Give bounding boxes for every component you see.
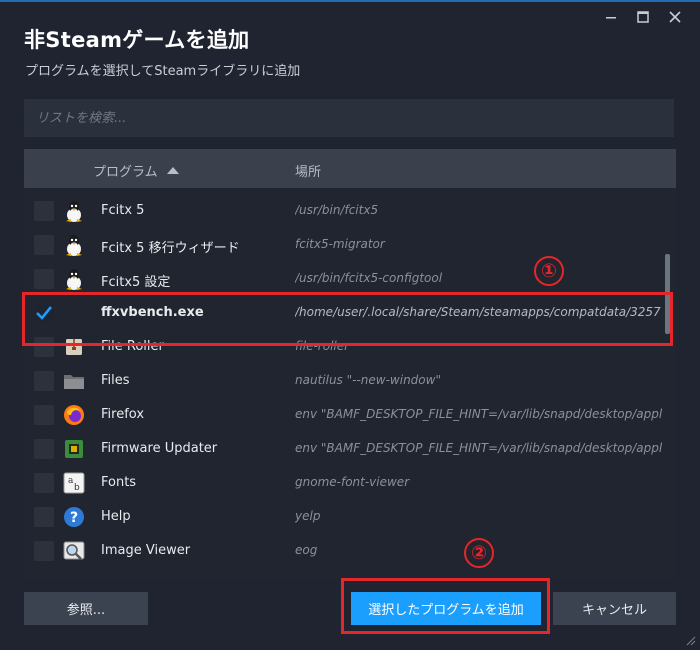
table-row[interactable]: Firefox env "BAMF_DESKTOP_FILE_HINT=/var/… — [24, 398, 664, 432]
dialog-title: 非Steamゲームを追加 — [24, 28, 250, 52]
row-checkbox[interactable] — [34, 371, 54, 391]
row-program-name: Fcitx 5 移行ウィザード — [101, 241, 240, 256]
maximize-icon — [637, 11, 649, 23]
chip-icon — [62, 437, 86, 461]
row-program-location: /usr/bin/fcitx5 — [295, 203, 379, 217]
row-program-location: yelp — [295, 509, 321, 523]
help-icon: ? — [62, 505, 86, 529]
row-program-name: Firmware Updater — [101, 441, 218, 456]
row-checkbox[interactable] — [34, 269, 54, 289]
highlight-box-selected-row — [22, 292, 673, 346]
program-list: プログラム 場所 Fcitx 5/usr/bin/fcitx5 Fcitx 5 移… — [24, 149, 676, 579]
resize-grip-icon[interactable] — [684, 634, 696, 646]
firefox-icon — [62, 403, 86, 427]
tux-icon — [62, 267, 86, 291]
font-icon: ab — [62, 471, 86, 495]
row-checkbox[interactable] — [34, 473, 54, 493]
row-checkbox[interactable] — [34, 405, 54, 425]
table-row[interactable]: Firmware Updater env "BAMF_DESKTOP_FILE_H… — [24, 432, 664, 466]
row-program-location: env "BAMF_DESKTOP_FILE_HINT=/var/lib/sna… — [295, 441, 662, 455]
row-program-location: fcitx5-migrator — [295, 237, 385, 251]
search-input[interactable] — [24, 99, 674, 137]
row-program-name: Fcitx5 設定 — [101, 275, 171, 290]
annotation-marker-1: ① — [534, 256, 564, 286]
highlight-box-add-button — [341, 578, 550, 634]
row-program-location: env "BAMF_DESKTOP_FILE_HINT=/var/lib/sna… — [295, 407, 662, 421]
minimize-button[interactable] — [596, 6, 626, 28]
row-program-location: gnome-font-viewer — [295, 475, 410, 489]
dialog-subtitle: プログラムを選択してSteamライブラリに追加 — [25, 64, 301, 79]
table-row[interactable]: ? Help yelp — [24, 500, 664, 534]
row-program-location: nautilus "--new-window" — [295, 373, 441, 387]
table-row[interactable]: Fcitx 5 移行ウィザード fcitx5-migrator — [24, 228, 664, 262]
tux-icon — [62, 199, 86, 223]
window-controls — [596, 6, 690, 28]
row-checkbox[interactable] — [34, 541, 54, 561]
row-program-name: Firefox — [101, 407, 145, 422]
row-checkbox[interactable] — [34, 507, 54, 527]
tux-icon — [62, 233, 86, 257]
table-row[interactable]: Files nautilus "--new-window" — [24, 364, 664, 398]
table-row[interactable]: a b Fonts gnome-font-viewer — [24, 466, 664, 500]
row-checkbox[interactable] — [34, 201, 54, 221]
table-row[interactable]: Fcitx 5/usr/bin/fcitx5 — [24, 194, 664, 228]
column-header-location[interactable]: 場所 — [295, 161, 321, 180]
row-program-location: /usr/bin/fcitx5-configtool — [295, 271, 443, 285]
folder-icon — [62, 369, 86, 393]
row-checkbox[interactable] — [34, 439, 54, 459]
close-button[interactable] — [660, 6, 690, 28]
svg-text:b: b — [74, 483, 80, 493]
row-program-name: Fonts — [101, 475, 137, 490]
image-viewer-icon — [62, 539, 86, 563]
row-checkbox[interactable] — [34, 235, 54, 255]
table-row[interactable]: Fcitx5 設定/usr/bin/fcitx5-configtool — [24, 262, 664, 296]
list-header: プログラム 場所 — [24, 149, 676, 188]
column-header-program[interactable]: プログラム — [93, 161, 179, 180]
annotation-marker-2: ② — [464, 538, 494, 568]
column-program-label: プログラム — [93, 165, 158, 180]
browse-button[interactable]: 参照... — [24, 592, 148, 625]
svg-text:?: ? — [70, 510, 78, 526]
close-icon — [669, 11, 681, 23]
minimize-icon — [606, 17, 616, 19]
sort-ascending-icon — [166, 167, 179, 174]
row-program-name: Image Viewer — [101, 543, 191, 558]
maximize-button[interactable] — [628, 6, 658, 28]
cancel-button[interactable]: キャンセル — [553, 592, 676, 625]
row-program-name: Fcitx 5 — [101, 203, 145, 218]
table-row[interactable]: Image Viewer eog — [24, 534, 664, 568]
window-top-border — [0, 0, 700, 2]
row-program-name: Help — [101, 509, 131, 524]
row-program-name: Files — [101, 373, 130, 388]
